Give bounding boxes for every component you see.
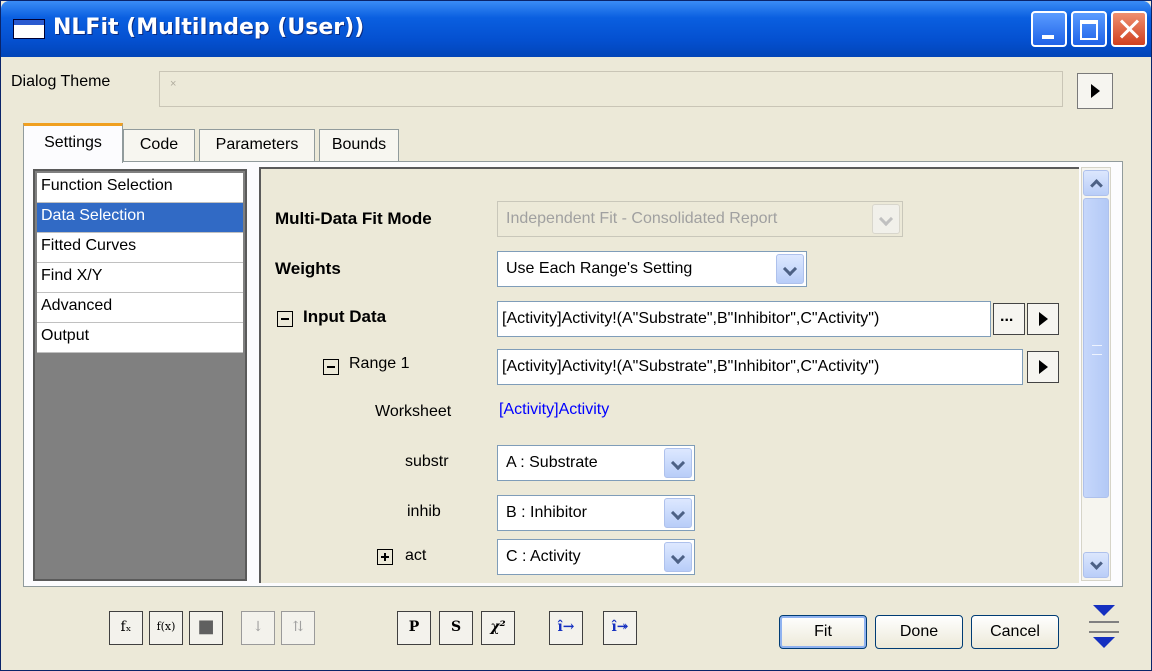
chevron-down-icon [664,498,692,528]
separator-line [1089,631,1119,633]
weights-label: Weights [275,259,341,278]
weights-select[interactable]: Use Each Range's Setting [497,251,807,287]
collapse-range1-icon[interactable] [323,359,339,375]
arrow-right-icon [1091,84,1100,98]
fit-until-converged-icon: î↠ [611,619,629,635]
tab-code[interactable]: Code [123,129,195,161]
fx-settings-button[interactable]: fₓ [109,611,143,645]
one-iteration-icon: î→ [557,619,575,635]
dialog-theme-menu-button[interactable] [1077,73,1113,109]
tab-settings[interactable]: Settings [23,123,123,163]
content-scrollbar[interactable] [1081,167,1111,581]
window-icon [13,19,45,39]
function-builder-button[interactable]: f(x) [149,611,183,645]
grip-icon [1092,345,1102,355]
act-label: act [405,547,427,564]
simplex-icon: S [450,619,462,635]
nav-item-function-selection[interactable]: Function Selection [37,173,243,203]
input-data-label: Input Data [303,307,387,326]
fit-mode-label: Multi-Data Fit Mode [275,209,432,228]
chevron-down-icon [872,204,900,234]
range1-menu-button[interactable] [1027,351,1059,383]
collapse-input-data-icon[interactable] [277,311,293,327]
title-bar[interactable]: NLFit (MultiIndep (User)) [1,1,1151,57]
browse-dots: ... [1000,308,1014,325]
expand-dialog-button[interactable] [1089,631,1119,653]
substr-value: A : Substrate [506,454,598,471]
sort-down-button[interactable]: ↓ [241,611,275,645]
fit-until-converged-button[interactable]: î↠ [603,611,637,645]
data-selection-content: Multi-Data Fit Mode Independent Fit - Co… [259,167,1079,583]
minimize-button[interactable] [1031,11,1067,47]
dialog-theme-label: Dialog Theme [11,73,111,90]
nav-item-data-selection[interactable]: Data Selection [37,203,243,233]
fx-settings-icon: fₓ [120,619,132,635]
fit-button[interactable]: Fit [779,615,867,649]
nlfit-dialog: NLFit (MultiIndep (User)) Dialog Theme ×… [0,0,1152,671]
collapse-dialog-button[interactable] [1089,605,1119,627]
chevron-down-icon [776,254,804,284]
range1-field[interactable]: [Activity]Activity!(A"Substrate",B"Inhib… [497,349,1023,385]
arrow-right-icon [1039,360,1048,374]
chevron-down-icon [664,448,692,478]
separator-line [1089,621,1119,623]
simplex-button[interactable]: S [439,611,473,645]
tab-parameters[interactable]: Parameters [199,129,315,161]
scroll-down-icon[interactable] [1083,552,1109,578]
inhib-value: B : Inhibitor [506,504,587,521]
worksheet-label: Worksheet [375,403,452,420]
weights-value: Use Each Range's Setting [506,260,693,277]
inhib-select[interactable]: B : Inhibitor [497,495,695,531]
cancel-button[interactable]: Cancel [971,615,1059,649]
window-title: NLFit (MultiIndep (User)) [53,15,365,40]
maximize-button[interactable] [1071,11,1107,47]
save-button[interactable]: ■ [189,611,223,645]
tab-bounds[interactable]: Bounds [319,129,399,161]
inhib-label: inhib [407,503,441,520]
chevron-down-icon [664,542,692,572]
parameter-initialize-button[interactable]: P [397,611,431,645]
expand-button[interactable]: ⇅ [281,611,315,645]
parameter-initialize-icon: P [408,619,420,635]
nav-item-find-xy[interactable]: Find X/Y [37,263,243,293]
settings-nav-list: Function Selection Data Selection Fitted… [33,169,247,581]
done-button[interactable]: Done [875,615,963,649]
fit-mode-select: Independent Fit - Consolidated Report [497,201,903,237]
nav-item-fitted-curves[interactable]: Fitted Curves [37,233,243,263]
triangle-down-icon [1093,605,1115,616]
range1-label: Range 1 [349,355,410,372]
fit-mode-value: Independent Fit - Consolidated Report [506,210,778,227]
triangle-down-icon [1093,637,1115,648]
substr-select[interactable]: A : Substrate [497,445,695,481]
scroll-thumb[interactable] [1083,198,1109,498]
chi-square-icon: χ² [490,619,506,635]
input-data-browse-button[interactable]: ... [993,303,1025,335]
act-select[interactable]: C : Activity [497,539,695,575]
nav-item-output[interactable]: Output [37,323,243,353]
save-icon: ■ [197,616,215,637]
dialog-theme-field[interactable]: × [159,71,1063,107]
worksheet-link[interactable]: [Activity]Activity [499,401,609,419]
close-button[interactable] [1111,11,1147,47]
sort-down-icon: ↓ [252,619,264,635]
scroll-up-icon[interactable] [1083,170,1109,196]
input-data-menu-button[interactable] [1027,303,1059,335]
input-data-field[interactable]: [Activity]Activity!(A"Substrate",B"Inhib… [497,301,991,337]
one-iteration-button[interactable]: î→ [549,611,583,645]
expand-icon: ⇅ [292,619,304,635]
arrow-right-icon [1039,312,1048,326]
substr-label: substr [405,453,449,470]
expand-act-icon[interactable] [377,549,393,565]
function-builder-icon: f(x) [156,620,176,633]
nav-item-advanced[interactable]: Advanced [37,293,243,323]
act-value: C : Activity [506,548,581,565]
chi-square-button[interactable]: χ² [481,611,515,645]
